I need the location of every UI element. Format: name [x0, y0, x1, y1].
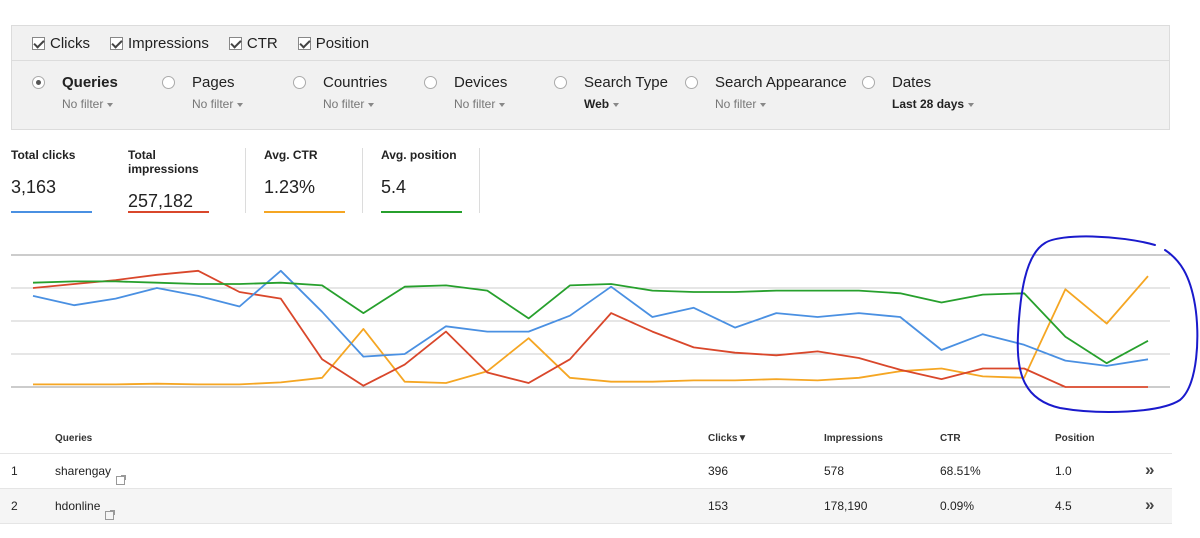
impressions-cell: 578: [824, 464, 845, 478]
query-text: hdonline: [55, 499, 116, 520]
filter-dropdown[interactable]: No filter: [454, 97, 507, 111]
group-search-type[interactable]: Search Type Web: [554, 74, 668, 111]
metric-ctr-checkbox[interactable]: CTR: [228, 35, 278, 52]
external-link-icon[interactable]: [116, 475, 127, 485]
checkbox-checked-icon: [297, 36, 311, 50]
radio-selected-icon: [32, 76, 45, 89]
radio-icon: [424, 76, 437, 89]
filter-dropdown[interactable]: Web: [584, 97, 668, 111]
position-cell: 4.5: [1055, 499, 1072, 513]
position-color-bar: [381, 211, 462, 213]
group-dates[interactable]: Dates Last 28 days: [862, 74, 975, 111]
table-header: Queries Clicks▼ Impressions CTR Position: [0, 423, 1172, 454]
header-queries[interactable]: Queries: [55, 433, 92, 444]
expand-row-icon[interactable]: »: [1145, 495, 1154, 515]
row-number: 2: [11, 499, 18, 513]
group-queries[interactable]: Queries No filter: [32, 74, 118, 111]
totals-divider: [362, 148, 363, 213]
avg-ctr[interactable]: Avg. CTR 1.23%: [264, 148, 345, 214]
cutoff-description: . . . . . . . . . . . . . . . . . . . . …: [0, 0, 1200, 10]
row-number: 1: [11, 464, 18, 478]
sort-desc-icon: ▼: [737, 433, 748, 444]
group-countries[interactable]: Countries No filter: [293, 74, 387, 111]
header-ctr[interactable]: CTR: [940, 433, 961, 444]
caret-down-icon: [968, 102, 975, 107]
group-label: Devices: [454, 74, 508, 91]
group-label: Countries: [323, 74, 388, 91]
totals-divider: [479, 148, 480, 213]
header-clicks[interactable]: Clicks▼: [708, 433, 747, 444]
total-clicks[interactable]: Total clicks 3,163: [11, 148, 92, 214]
impressions-cell: 178,190: [824, 499, 868, 513]
date-range-dropdown[interactable]: Last 28 days: [892, 97, 975, 111]
checkbox-checked-icon: [110, 36, 123, 50]
metric-position-checkbox[interactable]: Position: [297, 35, 369, 52]
group-label: Search Appearance: [715, 74, 847, 91]
hand-drawn-annotation-circle: [1016, 235, 1199, 413]
checkbox-checked-icon: [228, 36, 242, 50]
filter-bar: Queries No filter Pages No filter Countr…: [11, 61, 1170, 130]
filter-dropdown[interactable]: No filter: [62, 97, 118, 111]
ctr-cell: 68.51%: [940, 464, 981, 478]
header-impressions[interactable]: Impressions: [824, 433, 883, 444]
impressions-color-bar: [128, 211, 209, 213]
group-label: Search Type: [584, 74, 668, 91]
metrics-bar: Clicks Impressions CTR Position: [11, 25, 1170, 61]
ctr-color-bar: [264, 211, 345, 213]
header-position[interactable]: Position: [1055, 433, 1094, 444]
avg-position-value: 5.4: [381, 177, 407, 197]
total-clicks-value: 3,163: [11, 177, 57, 197]
total-impressions[interactable]: Total impressions 257,182: [128, 148, 209, 214]
table-row[interactable]: 1 sharengay 396 578 68.51% 1.0 »: [0, 454, 1172, 489]
group-label: Queries: [62, 74, 118, 91]
clicks-cell: 153: [708, 499, 729, 513]
group-devices[interactable]: Devices No filter: [424, 74, 507, 111]
filter-dropdown[interactable]: No filter: [323, 97, 387, 111]
group-label: Dates: [892, 74, 932, 91]
filter-dropdown[interactable]: No filter: [192, 97, 244, 111]
caret-down-icon: [368, 102, 375, 107]
radio-icon: [162, 76, 175, 89]
radio-icon: [862, 76, 875, 89]
caret-down-icon: [107, 102, 114, 107]
expand-row-icon[interactable]: »: [1145, 460, 1154, 480]
radio-icon: [293, 76, 306, 89]
metric-impressions-checkbox[interactable]: Impressions: [110, 35, 209, 52]
external-link-icon[interactable]: [105, 510, 116, 520]
caret-down-icon: [499, 102, 506, 107]
metric-clicks-checkbox[interactable]: Clicks: [32, 35, 90, 52]
clicks-color-bar: [11, 211, 92, 213]
queries-table: Queries Clicks▼ Impressions CTR Position…: [0, 423, 1172, 524]
avg-ctr-value: 1.23%: [264, 177, 316, 197]
table-row[interactable]: 2 hdonline 153 178,190 0.09% 4.5 »: [0, 489, 1172, 524]
performance-line-chart: [11, 235, 1199, 413]
radio-icon: [554, 76, 567, 89]
ctr-cell: 0.09%: [940, 499, 975, 513]
caret-down-icon: [760, 102, 767, 107]
avg-position[interactable]: Avg. position 5.4: [381, 148, 462, 214]
checkbox-checked-icon: [32, 36, 45, 50]
group-search-appearance[interactable]: Search Appearance No filter: [685, 74, 847, 111]
group-pages[interactable]: Pages No filter: [162, 74, 244, 111]
position-cell: 1.0: [1055, 464, 1072, 478]
filter-dropdown[interactable]: No filter: [715, 97, 847, 111]
radio-icon: [685, 76, 698, 89]
total-impressions-value: 257,182: [128, 191, 194, 211]
group-label: Pages: [192, 74, 235, 91]
query-text: sharengay: [55, 464, 127, 485]
caret-down-icon: [613, 102, 620, 107]
clicks-cell: 396: [708, 464, 729, 478]
totals-divider: [245, 148, 246, 213]
caret-down-icon: [237, 102, 244, 107]
series-line-3: [32, 280, 1149, 365]
